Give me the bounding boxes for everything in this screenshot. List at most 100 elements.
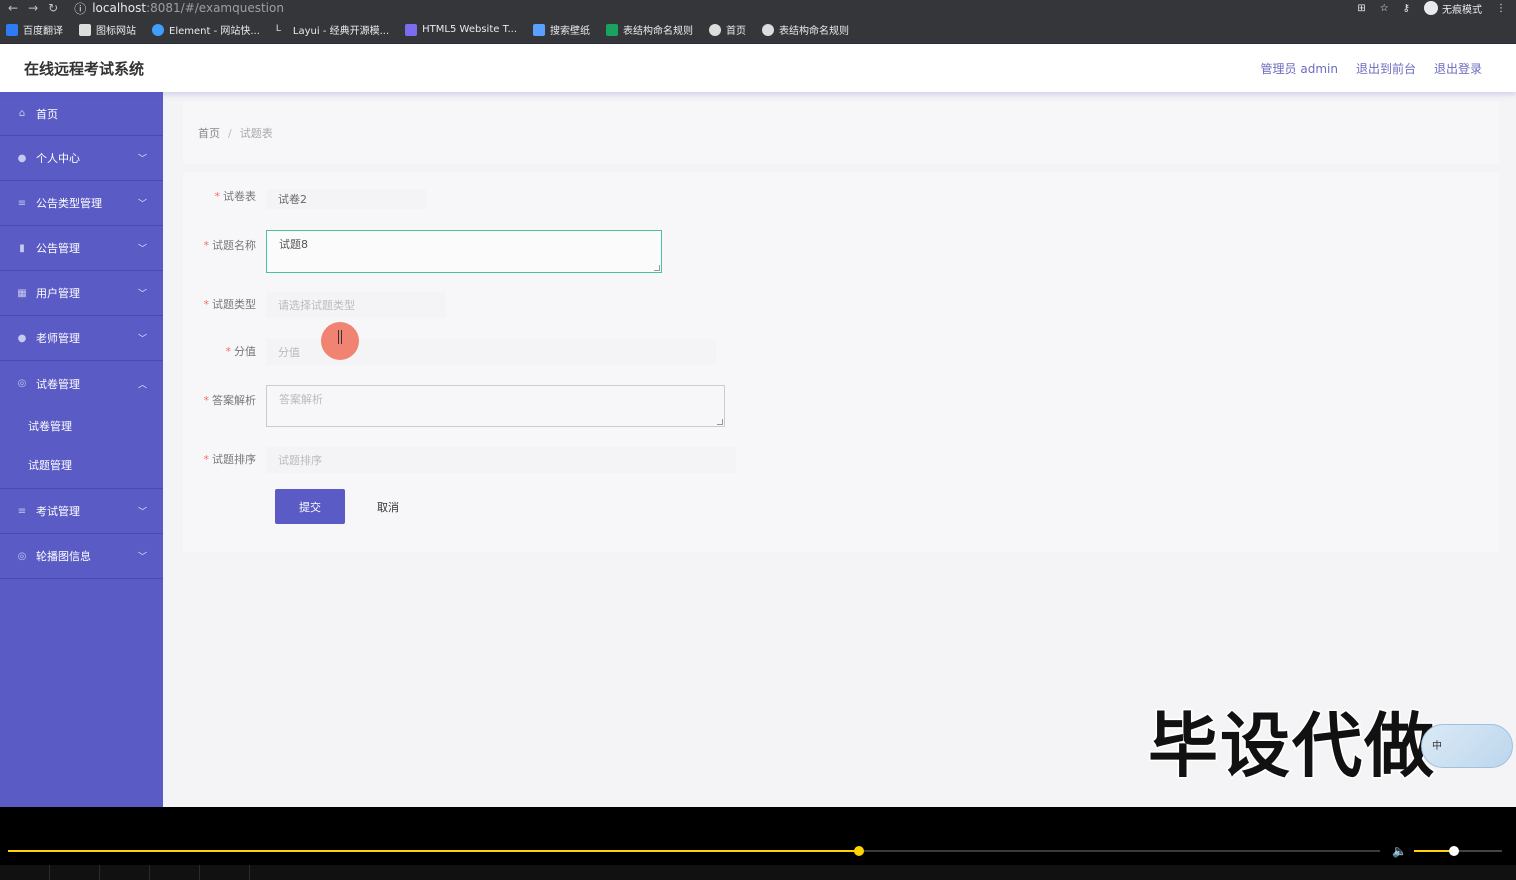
translate-icon[interactable]: ⊞ [1357,3,1365,14]
form-row-score: * 分值 分值 [183,339,716,365]
bookmark-item[interactable]: 首页 [709,22,746,37]
chevron-down-icon: ﹀ [137,289,147,300]
question-order-input[interactable]: 试题排序 [266,447,736,473]
list-icon: ≡ [17,197,27,209]
grid-icon: ▦ [17,287,27,299]
text-cursor-icon [338,330,342,344]
url-path: :8081/#/examquestion [146,1,284,15]
url-field[interactable]: ⓘ localhost:8081/#/examquestion [74,0,284,17]
taskbar-slot[interactable] [50,865,100,880]
sidebar-item-notice[interactable]: ▮ 公告管理 ﹀ [0,226,163,271]
progress-track[interactable] [8,850,1380,852]
volume-icon[interactable]: 🔈 [1392,844,1407,858]
taskbar-slot[interactable] [200,865,250,880]
home-icon: ⌂ [18,108,26,119]
person-icon: ● [17,332,27,344]
form-row-analysis: * 答案解析 答案解析 [183,385,725,427]
sidebar: ⌂ 首页 ● 个人中心 ﹀ ≡ 公告类型管理 ﹀ ▮ 公告管理 ﹀ ▦ 用户管理… [0,92,163,807]
globe-icon [709,23,722,36]
sidebar-item-paper[interactable]: ◎ 试卷管理 ︿ [0,361,163,406]
bookmark-item[interactable]: HTML5 Website T... [405,23,517,36]
breadcrumb-current: 试题表 [239,127,273,140]
app-header: 在线远程考试系统 管理员 admin 退出到前台 退出登录 [0,44,1516,92]
question-form: * 试卷表 试卷2 * 试题名称 试题8 * 试题类型 请选择试题类型 * 分值 分值 [183,172,1499,552]
progress-fill [8,850,859,852]
required-mark: * [214,190,221,203]
ime-widget[interactable]: 中 [1421,724,1513,768]
star-icon[interactable]: ☆ [1380,3,1389,14]
sidebar-item-exam[interactable]: ≡ 考试管理 ﹀ [0,489,163,534]
layui-icon: L [275,23,288,36]
form-row-type: * 试题类型 请选择试题类型 [183,292,446,318]
required-mark: * [225,345,232,358]
watermark-text: 毕设代做 [1147,704,1436,789]
required-mark: * [203,239,210,252]
list-icon: ≡ [17,505,27,517]
key-icon[interactable]: ⚷ [1403,3,1410,14]
bookmark-item[interactable]: 搜索壁纸 [533,22,590,37]
progress-handle[interactable] [853,846,864,856]
profile-button[interactable]: 无痕模式 [1424,1,1482,16]
profile-label: 无痕模式 [1442,4,1482,16]
logout-link[interactable]: 退出登录 [1434,60,1482,77]
form-row-name: * 试题名称 试题8 [183,230,662,273]
image-icon: ◎ [17,550,27,562]
breadcrumb: 首页 / 试题表 [183,102,1499,164]
back-icon[interactable]: ← [8,1,18,15]
reload-icon[interactable]: ↻ [48,1,58,15]
wallpaper-icon [533,23,546,36]
required-mark: * [203,298,210,311]
more-icon[interactable]: ⋮ [1496,3,1506,14]
paper-value: 试卷2 [266,189,426,209]
app-viewport: 在线远程考试系统 管理员 admin 退出到前台 退出登录 ⌂ 首页 ● 个人中… [0,44,1516,807]
question-name-textarea[interactable]: 试题8 [266,230,662,273]
taskbar-slot[interactable] [150,865,200,880]
browser-address-bar: ← → ↻ ⓘ localhost:8081/#/examquestion ⊞ … [0,0,1516,16]
form-row-order: * 试题排序 试题排序 [183,447,736,473]
sidebar-item-personal[interactable]: ● 个人中心 ﹀ [0,136,163,181]
sidebar-subitem-question[interactable]: 试题管理 [0,445,163,484]
sidebar-item-teacher[interactable]: ● 老师管理 ﹀ [0,316,163,361]
chevron-up-icon: ︿ [137,380,147,390]
html5-icon [405,23,418,36]
sidebar-subitem-paper[interactable]: 试卷管理 [0,406,163,445]
app-title: 在线远程考试系统 [24,59,145,78]
breadcrumb-home[interactable]: 首页 [198,125,220,141]
sheet-icon [606,23,619,36]
required-mark: * [203,394,210,407]
chevron-down-icon: ﹀ [137,244,147,255]
admin-user-label[interactable]: 管理员 admin [1261,60,1338,77]
resize-handle[interactable] [717,419,723,425]
resize-handle[interactable] [654,265,660,271]
bookmark-item[interactable]: 表结构命名规则 [606,22,693,37]
ime-language-label: 中 [1432,741,1442,752]
volume-handle[interactable] [1448,846,1459,856]
bar-chart-icon: ▮ [19,242,25,254]
incognito-icon [1424,1,1438,15]
sidebar-item-notice-type[interactable]: ≡ 公告类型管理 ﹀ [0,181,163,226]
bookmark-item[interactable]: Element - 网站快... [152,22,260,37]
sidebar-item-user[interactable]: ▦ 用户管理 ﹀ [0,271,163,316]
chevron-down-icon: ﹀ [137,507,147,518]
sidebar-item-carousel[interactable]: ◎ 轮播图信息 ﹀ [0,534,163,579]
url-host: localhost [92,1,147,15]
sidebar-item-home[interactable]: ⌂ 首页 [0,92,163,136]
forward-icon[interactable]: → [28,1,38,15]
bookmark-item[interactable]: 图标网站 [79,22,136,37]
cancel-button[interactable]: 取消 [367,489,409,524]
required-mark: * [203,453,210,466]
submit-button[interactable]: 提交 [275,489,345,524]
answer-analysis-textarea[interactable]: 答案解析 [266,385,725,427]
exit-to-front-link[interactable]: 退出到前台 [1356,60,1416,77]
taskbar-slot[interactable] [100,865,150,880]
breadcrumb-separator: / [228,126,232,140]
bookmark-item[interactable]: 表结构命名规则 [762,22,849,37]
volume-fill [1414,850,1454,852]
globe-icon [762,23,775,36]
bookmark-item[interactable]: L Layui - 经典开源模... [275,22,389,37]
taskbar-slot[interactable] [0,865,50,880]
bookmark-item[interactable]: 百度翻译 [6,22,63,37]
question-type-select[interactable]: 请选择试题类型 [266,292,446,318]
bookmarks-bar: 百度翻译 图标网站 Element - 网站快... L Layui - 经典开源… [0,16,1516,44]
chevron-down-icon: ﹀ [137,334,147,345]
